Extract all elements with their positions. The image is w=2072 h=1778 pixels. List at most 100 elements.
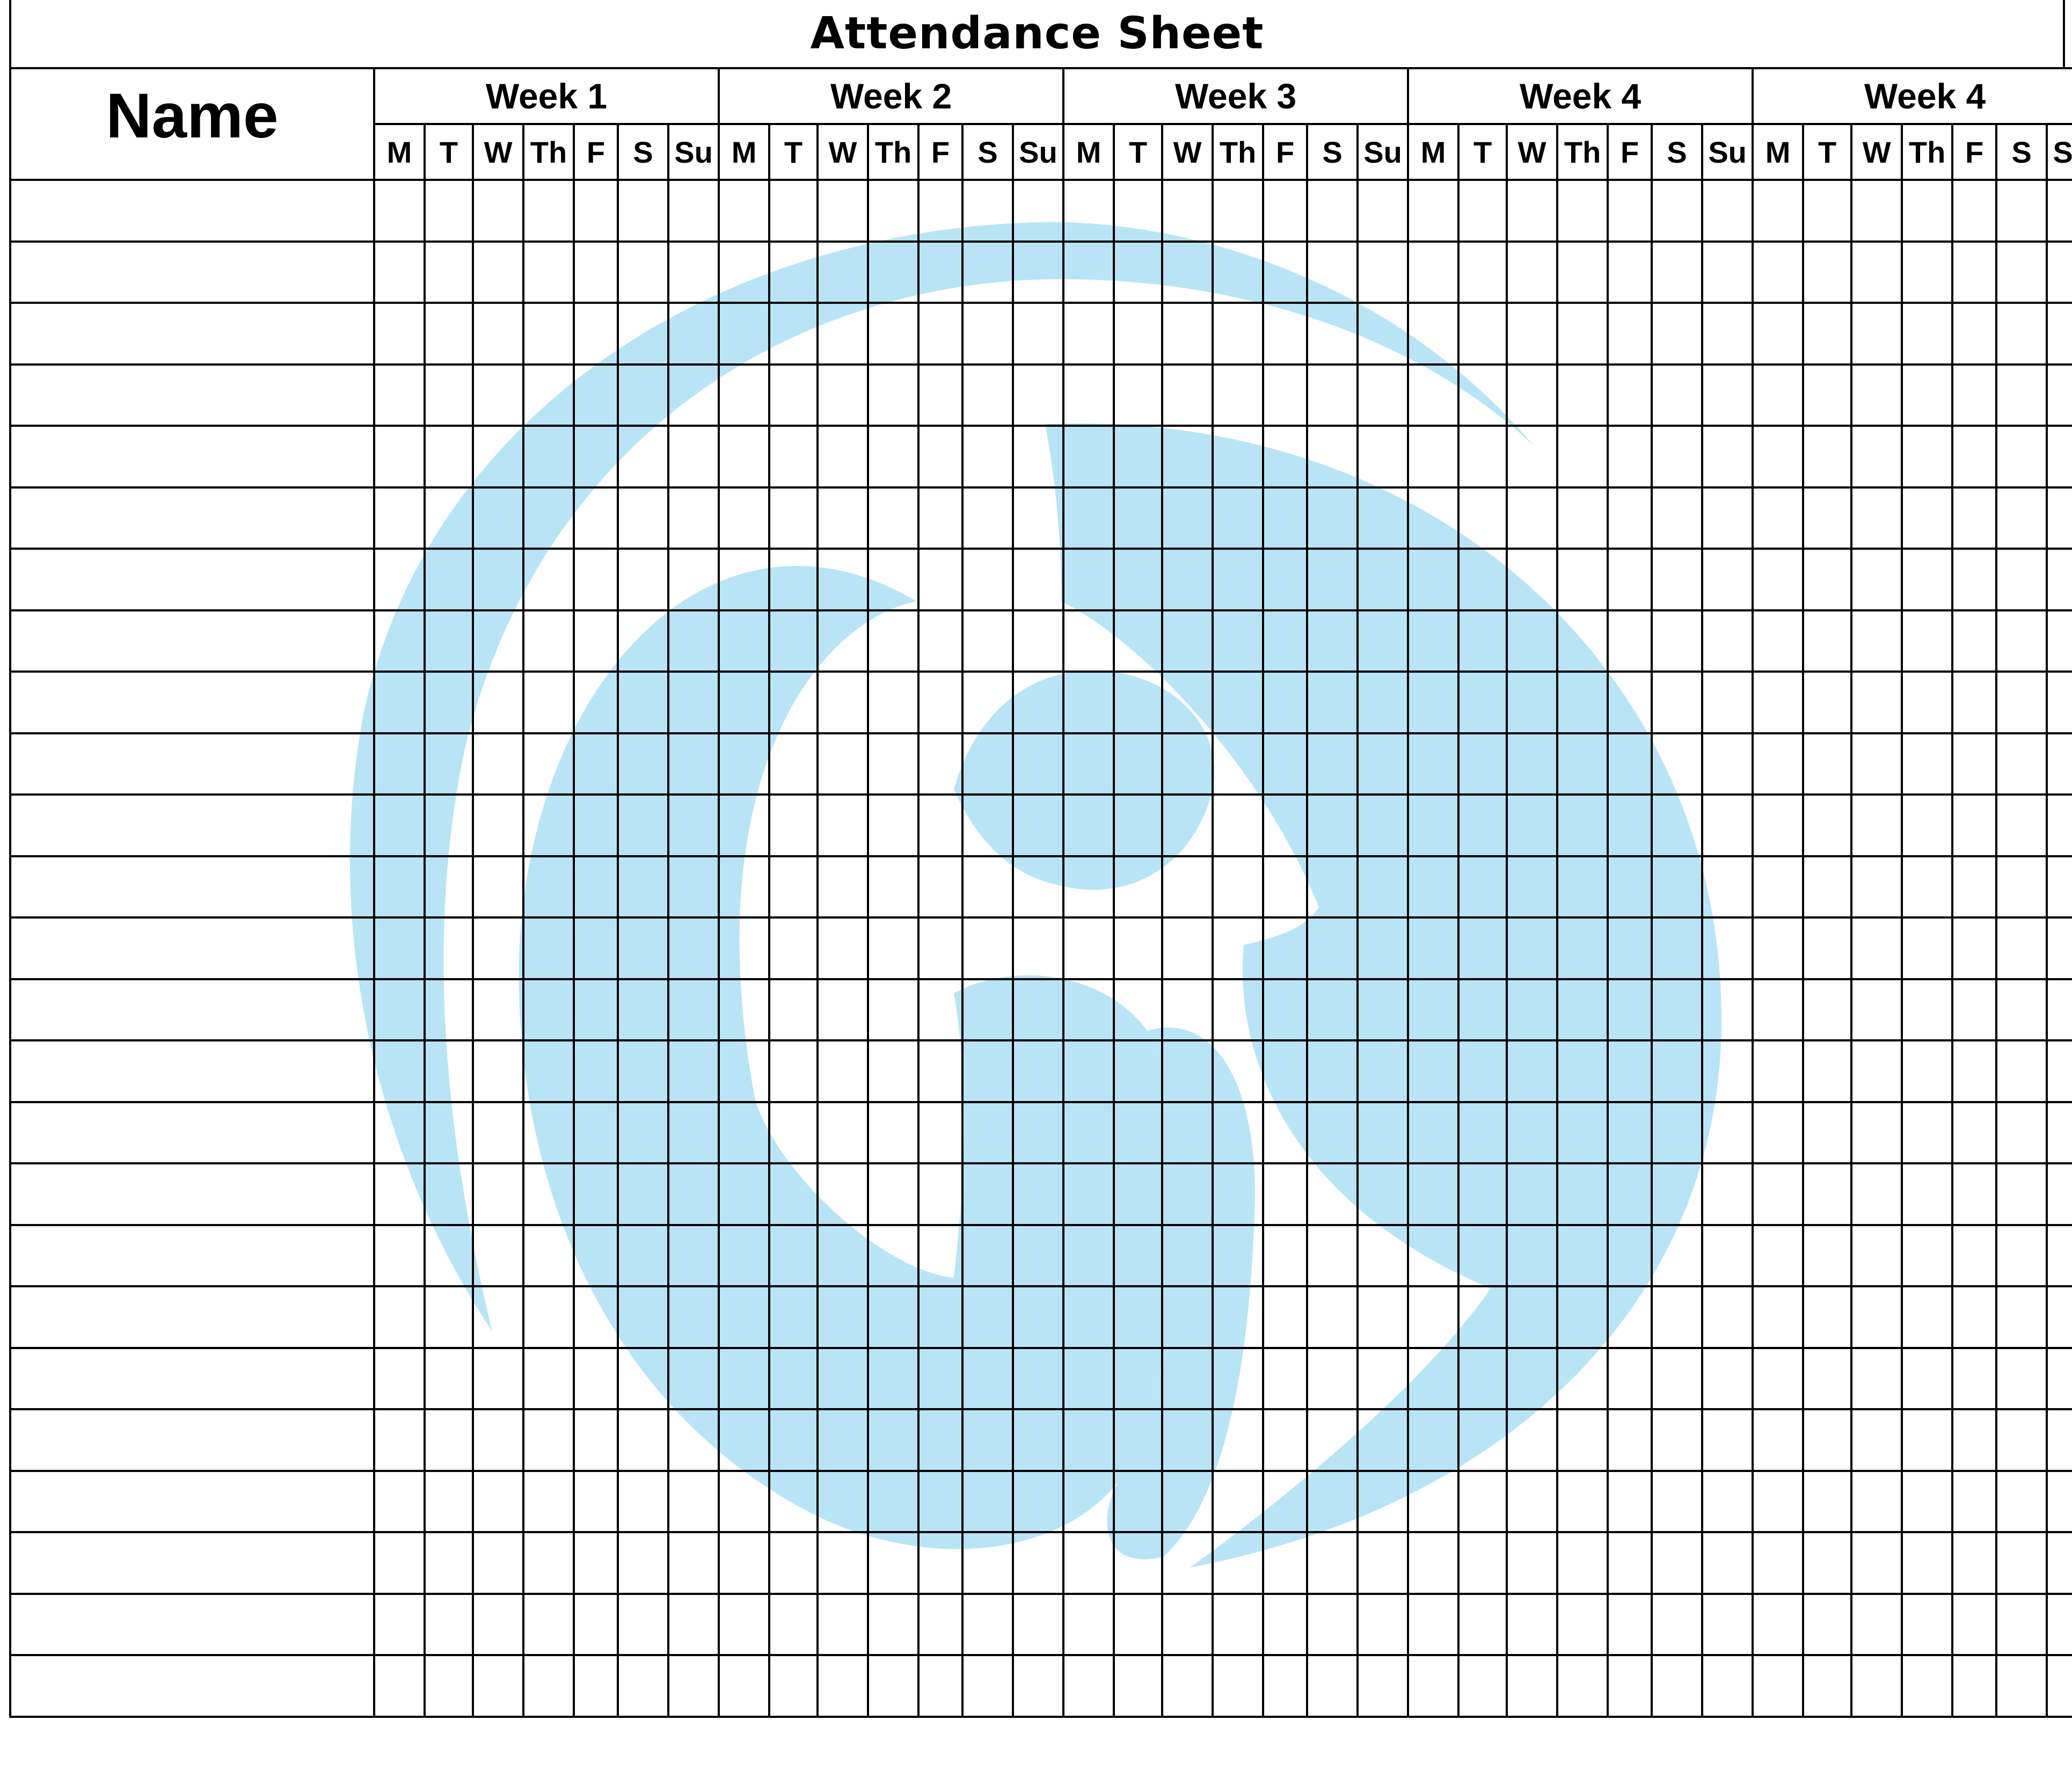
attendance-cell[interactable] <box>1701 609 1754 673</box>
attendance-cell[interactable] <box>1161 916 1214 980</box>
attendance-cell[interactable] <box>1161 1469 1214 1533</box>
attendance-cell[interactable] <box>472 1654 524 1718</box>
attendance-cell[interactable] <box>1850 1162 1903 1226</box>
attendance-cell[interactable] <box>718 1223 771 1287</box>
attendance-cell[interactable] <box>1951 363 1998 427</box>
attendance-cell[interactable] <box>472 793 524 857</box>
attendance-cell[interactable] <box>1850 1531 1903 1595</box>
attendance-cell[interactable] <box>1651 240 1704 304</box>
attendance-cell[interactable] <box>1161 486 1214 550</box>
attendance-cell[interactable] <box>867 240 920 304</box>
attendance-cell[interactable] <box>2046 240 2072 304</box>
attendance-cell[interactable] <box>1651 425 1704 489</box>
attendance-cell[interactable] <box>1607 1408 1653 1472</box>
name-cell[interactable] <box>9 179 375 243</box>
attendance-cell[interactable] <box>1506 1285 1559 1349</box>
attendance-cell[interactable] <box>1062 793 1115 857</box>
attendance-cell[interactable] <box>424 425 474 489</box>
attendance-cell[interactable] <box>573 978 619 1041</box>
attendance-cell[interactable] <box>1012 609 1065 673</box>
attendance-cell[interactable] <box>472 978 524 1041</box>
attendance-cell[interactable] <box>472 1408 524 1472</box>
attendance-cell[interactable] <box>573 425 619 489</box>
attendance-cell[interactable] <box>522 671 575 734</box>
attendance-cell[interactable] <box>573 1223 619 1287</box>
attendance-cell[interactable] <box>573 1654 619 1718</box>
attendance-cell[interactable] <box>472 1039 524 1103</box>
attendance-cell[interactable] <box>1752 732 1805 796</box>
attendance-cell[interactable] <box>1457 1162 1508 1226</box>
attendance-cell[interactable] <box>1506 302 1559 366</box>
attendance-cell[interactable] <box>961 240 1015 304</box>
attendance-cell[interactable] <box>1457 793 1508 857</box>
attendance-cell[interactable] <box>1752 1223 1805 1287</box>
attendance-cell[interactable] <box>1212 1469 1265 1533</box>
attendance-cell[interactable] <box>1701 425 1754 489</box>
attendance-cell[interactable] <box>768 486 819 550</box>
attendance-cell[interactable] <box>373 363 426 427</box>
attendance-cell[interactable] <box>1262 1531 1309 1595</box>
attendance-cell[interactable] <box>1556 548 1609 611</box>
attendance-cell[interactable] <box>1212 1101 1265 1164</box>
attendance-cell[interactable] <box>573 732 619 796</box>
attendance-cell[interactable] <box>1802 486 1853 550</box>
attendance-cell[interactable] <box>1356 1654 1410 1718</box>
attendance-cell[interactable] <box>1161 732 1214 796</box>
name-cell[interactable] <box>9 486 375 550</box>
attendance-cell[interactable] <box>424 1285 474 1349</box>
attendance-cell[interactable] <box>522 1469 575 1533</box>
attendance-cell[interactable] <box>1262 978 1309 1041</box>
attendance-cell[interactable] <box>1701 240 1754 304</box>
attendance-cell[interactable] <box>1556 855 1609 919</box>
attendance-cell[interactable] <box>424 1469 474 1533</box>
attendance-cell[interactable] <box>1951 486 1998 550</box>
attendance-cell[interactable] <box>2046 1162 2072 1226</box>
attendance-cell[interactable] <box>1802 1101 1853 1164</box>
attendance-cell[interactable] <box>1407 732 1460 796</box>
attendance-cell[interactable] <box>718 548 771 611</box>
attendance-cell[interactable] <box>472 1592 524 1656</box>
name-cell[interactable] <box>9 1654 375 1718</box>
attendance-cell[interactable] <box>768 363 819 427</box>
attendance-cell[interactable] <box>373 548 426 611</box>
attendance-cell[interactable] <box>718 916 771 980</box>
attendance-cell[interactable] <box>816 978 870 1041</box>
attendance-cell[interactable] <box>1062 671 1115 734</box>
attendance-cell[interactable] <box>1113 1531 1164 1595</box>
attendance-cell[interactable] <box>1901 732 1954 796</box>
attendance-cell[interactable] <box>1607 1285 1653 1349</box>
attendance-cell[interactable] <box>1457 671 1508 734</box>
attendance-cell[interactable] <box>1556 486 1609 550</box>
attendance-cell[interactable] <box>1062 179 1115 243</box>
attendance-cell[interactable] <box>1651 1592 1704 1656</box>
attendance-cell[interactable] <box>961 916 1015 980</box>
attendance-cell[interactable] <box>1651 1285 1704 1349</box>
attendance-cell[interactable] <box>1607 1531 1653 1595</box>
attendance-cell[interactable] <box>1607 1346 1653 1410</box>
attendance-cell[interactable] <box>1262 1223 1309 1287</box>
attendance-cell[interactable] <box>1752 1469 1805 1533</box>
attendance-cell[interactable] <box>522 732 575 796</box>
attendance-cell[interactable] <box>768 1346 819 1410</box>
attendance-cell[interactable] <box>472 1101 524 1164</box>
attendance-cell[interactable] <box>1356 240 1410 304</box>
attendance-cell[interactable] <box>1262 855 1309 919</box>
attendance-cell[interactable] <box>1012 302 1065 366</box>
attendance-cell[interactable] <box>1012 1101 1065 1164</box>
attendance-cell[interactable] <box>816 486 870 550</box>
attendance-cell[interactable] <box>1995 671 2048 734</box>
attendance-cell[interactable] <box>1506 793 1559 857</box>
attendance-cell[interactable] <box>816 548 870 611</box>
attendance-cell[interactable] <box>1850 1285 1903 1349</box>
attendance-cell[interactable] <box>1212 916 1265 980</box>
attendance-cell[interactable] <box>2046 1592 2072 1656</box>
attendance-cell[interactable] <box>617 1285 669 1349</box>
attendance-cell[interactable] <box>961 1592 1015 1656</box>
attendance-cell[interactable] <box>1062 1408 1115 1472</box>
attendance-cell[interactable] <box>472 179 524 243</box>
attendance-cell[interactable] <box>1752 1101 1805 1164</box>
attendance-cell[interactable] <box>1062 916 1115 980</box>
attendance-cell[interactable] <box>1212 1346 1265 1410</box>
attendance-cell[interactable] <box>1850 1223 1903 1287</box>
attendance-cell[interactable] <box>1407 609 1460 673</box>
